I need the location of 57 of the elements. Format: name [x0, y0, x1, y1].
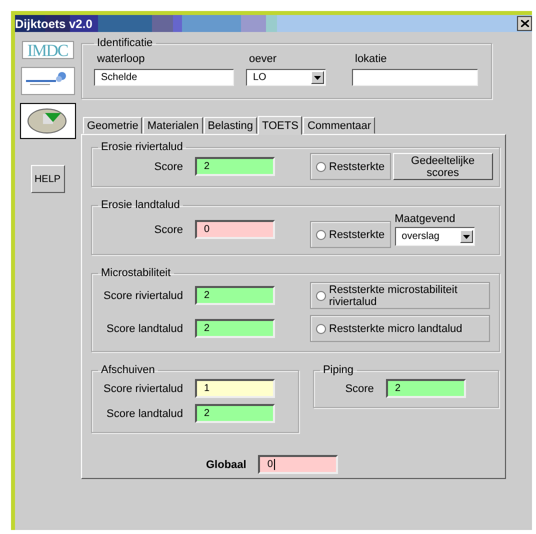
group-title: Afschuiven [100, 364, 156, 376]
group-title: Identificatie [96, 37, 154, 49]
score-label: Score landtalud [106, 408, 184, 420]
tab[interactable]: Belasting [204, 117, 257, 134]
radio-option[interactable]: Reststerkte [310, 153, 391, 180]
radio-option[interactable]: Reststerkte micro landtalud [310, 315, 490, 342]
score-field[interactable]: 0 [195, 220, 275, 239]
logo: IMDC [22, 41, 74, 59]
score-field[interactable]: 2 [195, 319, 275, 338]
dropdown-value: overslag [402, 231, 440, 242]
radio-option[interactable]: Reststerkte [310, 221, 391, 248]
radio-option[interactable]: Reststerkte microstabiliteit riviertalud [310, 282, 490, 309]
close-button[interactable] [517, 16, 532, 31]
score-label: Score riviertalud [102, 290, 184, 302]
input-field[interactable] [352, 69, 478, 86]
radio-button[interactable] [316, 162, 326, 172]
group-title: Piping [322, 364, 355, 376]
field-label: Maatgevend [394, 213, 456, 225]
score-field[interactable]: 0 [258, 455, 338, 474]
partial-scores-button[interactable]: Gedeeltelijke scores [392, 153, 493, 180]
tab[interactable]: Commentaar [303, 117, 376, 134]
radio-label: Reststerkte micro landtalud [329, 322, 462, 334]
score-label: Score riviertalud [102, 382, 184, 394]
radio-button[interactable] [316, 230, 326, 240]
tab[interactable]: Materialen [143, 117, 203, 134]
group-title: Microstabiliteit [100, 267, 172, 279]
score-field[interactable]: 1 [195, 379, 275, 398]
score-field[interactable]: 2 [195, 286, 275, 305]
radio-button[interactable] [316, 290, 326, 300]
tab[interactable]: TOETS [258, 116, 302, 135]
tab[interactable]: Geometrie [83, 117, 142, 134]
dropdown-value: LO [253, 72, 266, 83]
group-title: Erosie riviertalud [100, 141, 184, 153]
score-label: Score landtalud [106, 322, 184, 334]
global-label: Globaal [206, 458, 248, 470]
score-field[interactable]: 2 [386, 379, 466, 398]
field-label: lokatie [354, 53, 388, 65]
score-field[interactable]: 2 [195, 157, 275, 176]
score-label: Score [344, 382, 375, 394]
dropdown[interactable]: LO [246, 69, 326, 86]
radio-label: Reststerkte microstabiliteit riviertalud [329, 284, 458, 308]
input-field[interactable]: Schelde [94, 69, 234, 86]
field-label: waterloop [96, 53, 146, 65]
radio-label: Reststerkte [329, 160, 385, 172]
dropdown-arrow-icon[interactable] [462, 234, 470, 238]
dropdown[interactable]: overslag [394, 227, 475, 246]
close-icon [520, 20, 528, 27]
group-title: Erosie landtalud [100, 199, 181, 211]
dropdown-arrow-icon[interactable] [314, 76, 321, 80]
score-label: Score [153, 224, 184, 236]
field-label: oever [248, 53, 278, 65]
window-title: Dijktoets v2.0 [15, 16, 92, 30]
score-label: Score [153, 160, 184, 172]
help-button[interactable]: HELP [30, 165, 64, 193]
radio-button[interactable] [316, 324, 326, 334]
radio-label: Reststerkte [329, 228, 385, 240]
score-field[interactable]: 2 [195, 404, 275, 423]
